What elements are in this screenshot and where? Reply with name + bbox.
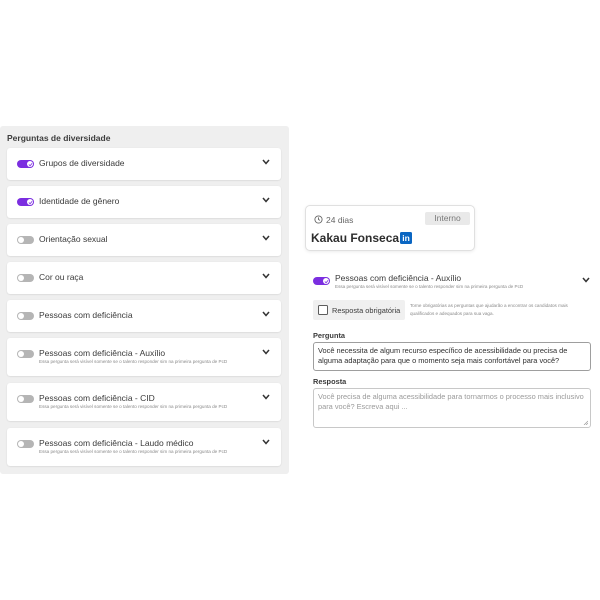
question-field[interactable]: Você necessita de algum recurso específi…	[313, 342, 591, 371]
answer-field[interactable]: Você precisa de alguma acessibilidade pa…	[313, 388, 591, 428]
chevron-down-icon[interactable]	[262, 197, 270, 203]
question-toggle[interactable]	[17, 160, 34, 168]
required-note: Torne obrigatórias as perguntas que ajud…	[410, 303, 568, 316]
question-label: Pergunta	[313, 331, 346, 340]
chevron-down-icon[interactable]	[262, 311, 270, 317]
question-card-pcd-laudo-medico[interactable]: Pessoas com deficiência - Laudo médico Es…	[7, 428, 281, 466]
question-label: Pessoas com deficiência - Auxílio	[39, 348, 166, 358]
chevron-down-icon[interactable]	[262, 235, 270, 241]
question-card-pcd-auxilio[interactable]: Pessoas com deficiência - Auxílio Essa pe…	[7, 338, 281, 376]
check-icon	[27, 199, 33, 205]
chevron-down-icon[interactable]	[582, 277, 590, 283]
detail-subtitle: Essa pergunta será visível somente se o …	[335, 284, 524, 289]
question-label: Pessoas com deficiência - CID	[39, 393, 155, 403]
question-card-pcd-cid[interactable]: Pessoas com deficiência - CID Essa pergun…	[7, 383, 281, 421]
toggle-knob	[18, 237, 24, 243]
toggle-knob	[18, 396, 24, 402]
question-card-pessoas-com-deficiencia[interactable]: Pessoas com deficiência	[7, 300, 281, 332]
question-toggle[interactable]	[17, 350, 34, 358]
chevron-down-icon[interactable]	[262, 349, 270, 355]
toggle-knob	[18, 313, 24, 319]
chevron-down-icon[interactable]	[262, 439, 270, 445]
question-label: Grupos de diversidade	[39, 158, 125, 168]
question-label: Identidade de gênero	[39, 196, 120, 206]
question-subtitle: Essa pergunta será visível somente se o …	[39, 404, 228, 409]
panel-title: Perguntas de diversidade	[7, 133, 111, 143]
answer-label: Resposta	[313, 377, 347, 386]
answer-placeholder: Você precisa de alguma acessibilidade pa…	[318, 392, 584, 411]
question-toggle[interactable]	[17, 236, 34, 244]
clock-icon	[314, 215, 323, 224]
linkedin-icon[interactable]: in	[400, 232, 412, 244]
question-card-identidade-de-genero[interactable]: Identidade de gênero	[7, 186, 281, 218]
diversity-questions-panel: Perguntas de diversidade Grupos de diver…	[0, 126, 289, 474]
chevron-down-icon[interactable]	[262, 273, 270, 279]
question-toggle[interactable]	[17, 198, 34, 206]
chevron-down-icon[interactable]	[262, 159, 270, 165]
question-label: Pessoas com deficiência	[39, 310, 133, 320]
question-label: Cor ou raça	[39, 272, 84, 282]
check-icon	[27, 161, 33, 167]
question-label: Orientação sexual	[39, 234, 108, 244]
question-subtitle: Essa pergunta será visível somente se o …	[39, 449, 228, 454]
detail-toggle[interactable]	[313, 277, 330, 285]
question-card-cor-ou-raca[interactable]: Cor ou raça	[7, 262, 281, 294]
toggle-knob	[18, 441, 24, 447]
question-toggle[interactable]	[17, 274, 34, 282]
required-label: Resposta obrigatória	[332, 306, 401, 315]
detail-title: Pessoas com deficiência - Auxílio	[335, 273, 462, 283]
question-card-grupos-de-diversidade[interactable]: Grupos de diversidade	[7, 148, 281, 180]
question-card-orientacao-sexual[interactable]: Orientação sexual	[7, 224, 281, 256]
question-toggle[interactable]	[17, 440, 34, 448]
toggle-knob	[18, 351, 24, 357]
question-label: Pessoas com deficiência - Laudo médico	[39, 438, 194, 448]
resize-handle-icon[interactable]	[583, 420, 588, 425]
chevron-down-icon[interactable]	[262, 394, 270, 400]
candidate-name: Kakau Fonseca	[311, 231, 400, 245]
question-toggle[interactable]	[17, 395, 34, 403]
check-icon	[323, 278, 329, 284]
question-subtitle: Essa pergunta será visível somente se o …	[39, 359, 228, 364]
status-badge: Interno	[425, 212, 470, 225]
toggle-knob	[18, 275, 24, 281]
days-open: 24 dias	[326, 215, 354, 225]
question-text: Você necessita de algum recurso específi…	[318, 346, 568, 365]
question-toggle[interactable]	[17, 312, 34, 320]
required-checkbox[interactable]	[318, 305, 328, 315]
